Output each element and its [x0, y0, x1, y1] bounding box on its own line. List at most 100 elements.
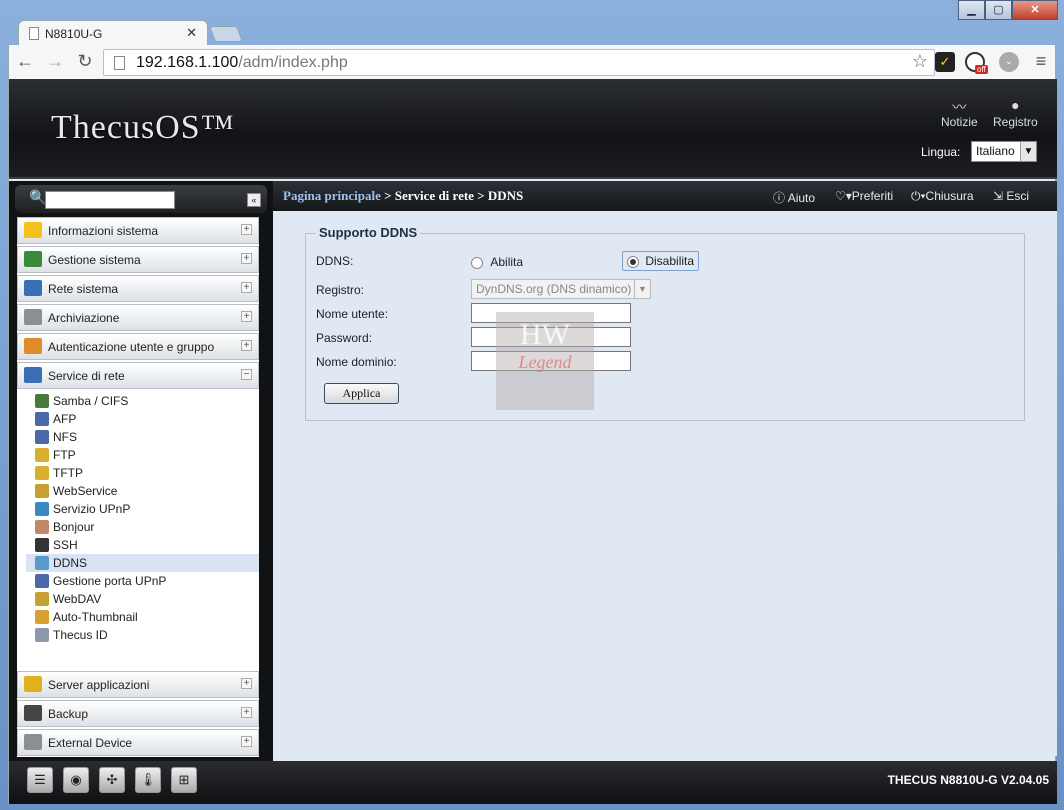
enable-option[interactable]: Abilita — [471, 255, 523, 269]
nfs-icon — [35, 430, 49, 444]
browser-tab[interactable]: N8810U-G ✕ — [18, 20, 208, 46]
sidebar-item-13[interactable]: Thecus ID — [33, 626, 259, 644]
shutdown-button[interactable]: ⏻▾Chiusura — [911, 189, 974, 204]
apply-button[interactable]: Applica — [324, 383, 399, 404]
chat-icon: ● — [1011, 97, 1020, 113]
disable-option[interactable]: Disabilita — [622, 251, 700, 271]
breadcrumb-home[interactable]: Pagina principale — [283, 188, 381, 203]
favorites-button[interactable]: ♡▾Preferiti — [835, 189, 893, 203]
server-icon[interactable]: ☰ — [27, 767, 53, 793]
ddns-legend: Supporto DDNS — [316, 225, 421, 240]
expand-icon[interactable]: + — [241, 224, 252, 235]
expand-icon[interactable]: + — [241, 311, 252, 322]
fan-icon[interactable]: ✣ — [99, 767, 125, 793]
disable-label: Disabilita — [645, 254, 695, 268]
search-icon: 🔍 — [29, 189, 47, 205]
disable-radio[interactable] — [627, 255, 639, 268]
sidebar-item-label: NFS — [53, 430, 77, 444]
app-container: ThecusOS™ 〰 Notizie ● Registro Lingua: I… — [8, 79, 1057, 804]
news-link[interactable]: 〰 Notizie — [941, 97, 978, 129]
storage-icon — [24, 309, 42, 325]
sidebar-section-1[interactable]: Gestione sistema + — [17, 246, 259, 273]
logout-label: Esci — [1006, 189, 1030, 203]
expand-icon[interactable]: + — [241, 736, 252, 747]
page-icon — [29, 27, 39, 40]
close-tab-icon[interactable]: ✕ — [186, 25, 197, 41]
sidebar-item-label: WebDAV — [53, 592, 102, 606]
url-path: /adm/index.php — [238, 54, 348, 71]
logout-button[interactable]: ⇲ Esci — [993, 189, 1029, 203]
sidebar-item-4[interactable]: TFTP — [33, 464, 259, 482]
bookmark-star-icon[interactable]: ☆ — [912, 51, 928, 72]
disk-icon[interactable]: ◉ — [63, 767, 89, 793]
network-service-icon — [24, 367, 42, 383]
breadcrumb: Pagina principale > Service di rete > DD… — [283, 188, 523, 204]
back-arrow-icon[interactable]: ← — [13, 51, 37, 72]
extension-shield-icon[interactable]: ⌄ — [999, 52, 1019, 72]
tab-title: N8810U-G — [45, 27, 103, 41]
extension-badge: off — [975, 65, 988, 74]
sidebar-item-label: Servizio UPnP — [53, 502, 131, 516]
expand-icon[interactable]: + — [241, 707, 252, 718]
collapse-sidebar-icon[interactable]: « — [247, 193, 261, 207]
sidebar-section-0[interactable]: Informazioni sistema + — [17, 217, 259, 244]
sidebar-item-8[interactable]: SSH — [33, 536, 259, 554]
expand-icon[interactable]: + — [241, 253, 252, 264]
external-device-icon — [24, 734, 42, 750]
sidebar-section-label: Rete sistema — [48, 282, 119, 296]
watermark-line1: HW — [520, 318, 570, 351]
reload-icon[interactable]: ↻ — [73, 51, 97, 72]
sidebar-section-bottom-1[interactable]: Backup + — [17, 700, 259, 727]
sidebar-section-5[interactable]: Service di rete − — [17, 362, 259, 389]
sidebar-item-5[interactable]: WebService — [33, 482, 259, 500]
network-tree-icon[interactable]: ⊞ — [171, 767, 197, 793]
expand-icon[interactable]: + — [241, 282, 252, 293]
afp-icon — [35, 412, 49, 426]
menu-icon[interactable]: ≡ — [1029, 51, 1053, 72]
expand-icon[interactable]: + — [241, 340, 252, 351]
sidebar-item-2[interactable]: NFS — [33, 428, 259, 446]
enable-radio[interactable] — [471, 256, 483, 269]
extension-check-icon[interactable]: ✓ — [935, 52, 955, 72]
chevron-down-icon: ▼ — [634, 280, 650, 298]
bonjour-icon — [35, 520, 49, 534]
language-select[interactable]: Italiano ▼ — [971, 141, 1037, 162]
sidebar-item-0[interactable]: Samba / CIFS — [33, 392, 259, 410]
sidebar-section-bottom-0[interactable]: Server applicazioni + — [17, 671, 259, 698]
password-label: Password: — [316, 331, 373, 345]
log-link[interactable]: ● Registro — [993, 97, 1038, 129]
news-label: Notizie — [941, 115, 978, 129]
sidebar-section-4[interactable]: Autenticazione utente e gruppo + — [17, 333, 259, 360]
sidebar-item-9[interactable]: DDNS — [26, 554, 259, 572]
sidebar-item-6[interactable]: Servizio UPnP — [33, 500, 259, 518]
sidebar-item-label: AFP — [53, 412, 77, 426]
sidebar-item-3[interactable]: FTP — [33, 446, 259, 464]
sidebar-item-7[interactable]: Bonjour — [33, 518, 259, 536]
webservice-icon — [35, 484, 49, 498]
registry-select[interactable]: DynDNS.org (DNS dinamico) ▼ — [471, 279, 651, 299]
sidebar-section-bottom-2[interactable]: External Device + — [17, 729, 259, 756]
maximize-button[interactable]: ▢ — [985, 0, 1012, 20]
collapse-icon[interactable]: − — [241, 369, 252, 380]
sidebar-section-2[interactable]: Rete sistema + — [17, 275, 259, 302]
sidebar-item-1[interactable]: AFP — [33, 410, 259, 428]
sidebar-item-12[interactable]: Auto-Thumbnail — [33, 608, 259, 626]
page-icon — [114, 56, 125, 70]
forward-arrow-icon[interactable]: → — [43, 51, 67, 72]
upnp-icon — [35, 502, 49, 516]
help-button[interactable]: ⓘ Aiuto — [773, 189, 815, 206]
app-footer: ☰ ◉ ✣ 🌡 ⊞ THECUS N8810U-G V2.04.05 — [9, 761, 1057, 804]
address-bar[interactable]: 192.168.1.100/adm/index.php ☆ — [103, 49, 935, 76]
sidebar-item-10[interactable]: Gestione porta UPnP — [33, 572, 259, 590]
expand-icon[interactable]: + — [241, 678, 252, 689]
sidebar-section-3[interactable]: Archiviazione + — [17, 304, 259, 331]
sidebar-item-11[interactable]: WebDAV — [33, 590, 259, 608]
thumbnail-icon — [35, 610, 49, 624]
close-window-button[interactable]: ✕ — [1012, 0, 1058, 20]
thermometer-icon[interactable]: 🌡 — [135, 767, 161, 793]
sidebar-item-label: WebService — [53, 484, 118, 498]
search-input[interactable] — [45, 191, 175, 209]
minimize-button[interactable]: ▁ — [958, 0, 985, 20]
chevron-down-icon: ▼ — [1020, 142, 1036, 161]
new-tab-button[interactable] — [209, 26, 243, 42]
